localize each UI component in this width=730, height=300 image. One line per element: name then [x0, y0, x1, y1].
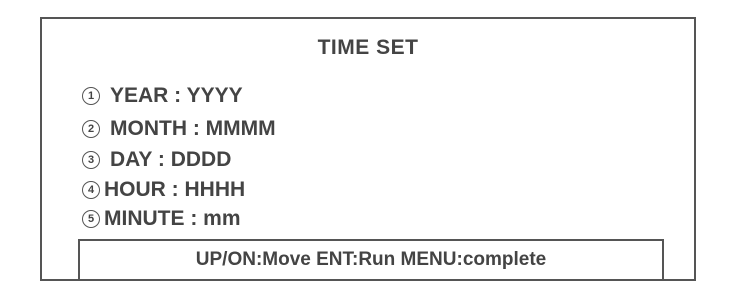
key-help-bar: UP/ON:Move ENT:Run MENU:complete — [78, 239, 664, 281]
menu-item-label: MONTH : MMMM — [110, 117, 276, 140]
menu-item-day[interactable]: 3 DAY : DDDD — [82, 148, 231, 172]
time-set-screen: TIME SET 1 YEAR : YYYY 2 MONTH : MMMM 3 … — [40, 17, 696, 281]
menu-item-minute[interactable]: 5 MINUTE : mm — [82, 207, 241, 231]
menu-item-label: YEAR : YYYY — [110, 84, 243, 107]
item-number-badge: 5 — [82, 210, 100, 228]
item-number-badge: 4 — [82, 181, 100, 199]
item-number-badge: 1 — [82, 87, 100, 105]
menu-item-year[interactable]: 1 YEAR : YYYY — [82, 84, 243, 108]
item-number-badge: 3 — [82, 151, 100, 169]
item-number-badge: 2 — [82, 120, 100, 138]
menu-item-label: MINUTE : mm — [104, 207, 241, 230]
menu-item-label: DAY : DDDD — [110, 148, 232, 171]
menu-item-month[interactable]: 2 MONTH : MMMM — [82, 117, 276, 141]
screen-title: TIME SET — [317, 36, 419, 59]
menu-item-hour[interactable]: 4 HOUR : HHHH — [82, 178, 245, 202]
menu-item-label: HOUR : HHHH — [104, 178, 246, 201]
